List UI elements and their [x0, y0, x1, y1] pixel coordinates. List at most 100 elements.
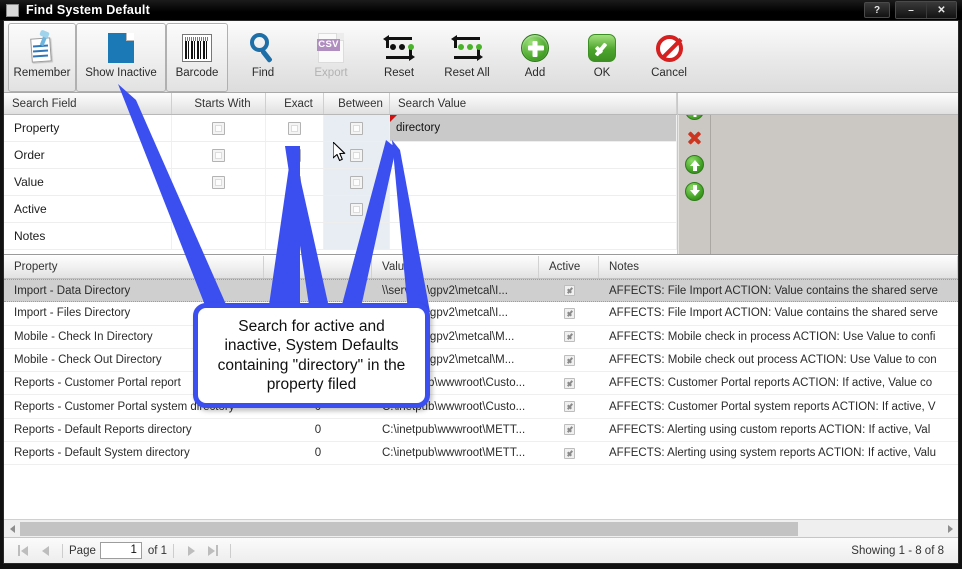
- starts-with-checkbox[interactable]: [212, 148, 225, 162]
- toolbar-button-export[interactable]: CSV Export: [297, 23, 365, 92]
- cell-property: Import - Data Directory: [14, 284, 131, 297]
- criteria-starts-with-cell[interactable]: [172, 115, 266, 141]
- application-window: Find System Default ? – ✕ Remember Show …: [0, 0, 962, 569]
- search-criteria-row[interactable]: Active: [4, 196, 678, 223]
- cell-notes: AFFECTS: Alerting using system reports A…: [609, 447, 937, 460]
- starts-with-checkbox[interactable]: [212, 175, 225, 189]
- header-starts-with[interactable]: Starts With: [172, 93, 266, 114]
- criteria-between-cell[interactable]: [324, 196, 390, 222]
- cell-value: \\server1\gpv2\metcal\M...: [382, 354, 515, 367]
- header-exact[interactable]: Exact: [266, 93, 324, 114]
- results-header-active[interactable]: Active: [539, 256, 599, 278]
- page-number-input[interactable]: 1: [99, 542, 142, 559]
- search-criteria-row[interactable]: Value: [4, 169, 678, 196]
- delete-criteria-button[interactable]: [685, 128, 704, 147]
- table-row[interactable]: Reports - Customer Portal system directo…: [4, 395, 958, 419]
- previous-page-button[interactable]: [34, 541, 56, 561]
- cell-value: C:\inetpub\wwwroot\METT...: [382, 447, 526, 460]
- results-header-order[interactable]: [264, 256, 372, 278]
- criteria-value-cell[interactable]: [390, 142, 678, 168]
- last-page-button[interactable]: [202, 541, 224, 561]
- header-between[interactable]: Between: [324, 93, 390, 114]
- starts-with-checkbox[interactable]: [212, 121, 225, 135]
- search-criteria-row[interactable]: Property directory: [4, 115, 678, 142]
- criteria-field-label: Order: [4, 142, 172, 168]
- table-row[interactable]: Reports - Customer Portal report C:\inet…: [4, 372, 958, 396]
- active-check-icon: [563, 354, 575, 366]
- toolbar-button-cancel[interactable]: Cancel: [635, 23, 703, 92]
- criteria-between-cell[interactable]: [324, 142, 390, 168]
- results-header-notes[interactable]: Notes: [599, 256, 958, 278]
- table-row[interactable]: Reports - Default Reports directory 0 C:…: [4, 419, 958, 443]
- toolbar-button-show-inactive[interactable]: Show Inactive: [76, 23, 166, 92]
- scrollbar-track[interactable]: [20, 521, 942, 536]
- exact-checkbox[interactable]: [288, 148, 301, 162]
- search-criteria-row[interactable]: Notes: [4, 223, 678, 250]
- cell-value: C:\inetpub\wwwroot\METT...: [382, 423, 526, 436]
- minimize-button[interactable]: –: [896, 2, 926, 18]
- criteria-starts-with-cell[interactable]: [172, 223, 266, 249]
- title-bar: Find System Default ? – ✕: [0, 0, 962, 20]
- move-down-button[interactable]: [685, 182, 705, 201]
- criteria-exact-cell[interactable]: [266, 142, 324, 168]
- exact-checkbox[interactable]: [288, 229, 301, 243]
- between-checkbox[interactable]: [350, 148, 363, 162]
- blue-document-icon: [108, 29, 134, 67]
- criteria-between-cell[interactable]: [324, 223, 390, 249]
- window-app-icon: [6, 3, 19, 17]
- results-header-property[interactable]: Property: [4, 256, 264, 278]
- criteria-exact-cell[interactable]: [266, 115, 324, 141]
- between-checkbox[interactable]: [350, 175, 363, 189]
- cell-order: 0: [314, 423, 322, 436]
- first-page-button[interactable]: [12, 541, 34, 561]
- toolbar-button-reset[interactable]: Reset: [365, 23, 433, 92]
- criteria-exact-cell[interactable]: [266, 169, 324, 195]
- close-button[interactable]: ✕: [926, 2, 956, 18]
- exact-checkbox[interactable]: [288, 121, 301, 135]
- next-page-button[interactable]: [180, 541, 202, 561]
- criteria-value-cell[interactable]: [390, 169, 678, 195]
- cell-notes: AFFECTS: Mobile check out process ACTION…: [609, 354, 937, 367]
- results-header-value[interactable]: Value: [372, 256, 539, 278]
- criteria-between-cell[interactable]: [324, 169, 390, 195]
- toolbar-button-reset-all[interactable]: Reset All: [433, 23, 501, 92]
- horizontal-scrollbar[interactable]: [4, 519, 958, 537]
- table-row[interactable]: Import - Files Directory \\server1\gpv2\…: [4, 302, 958, 326]
- cell-property: Mobile - Check In Directory: [14, 330, 153, 343]
- scroll-left-icon[interactable]: [4, 520, 20, 538]
- toolbar-button-add[interactable]: Add: [501, 23, 569, 92]
- table-row[interactable]: Import - Data Directory \\server1\gpv2\m…: [4, 279, 958, 303]
- criteria-starts-with-cell[interactable]: [172, 142, 266, 168]
- exact-checkbox[interactable]: [288, 202, 301, 216]
- exact-checkbox[interactable]: [288, 175, 301, 189]
- move-up-button[interactable]: [685, 155, 705, 174]
- search-value-input[interactable]: directory: [390, 115, 677, 141]
- toolbar-label-reset-all: Reset All: [444, 67, 490, 79]
- between-checkbox[interactable]: [350, 121, 363, 135]
- header-search-value[interactable]: Search Value: [390, 93, 678, 114]
- between-checkbox[interactable]: [350, 202, 363, 216]
- criteria-exact-cell[interactable]: [266, 223, 324, 249]
- criteria-value-cell[interactable]: [390, 223, 678, 249]
- search-criteria-panel: Search Field Starts With Exact Between S…: [4, 93, 958, 255]
- table-row[interactable]: Mobile - Check In Directory \\server1\gp…: [4, 326, 958, 349]
- header-search-field[interactable]: Search Field: [4, 93, 172, 114]
- criteria-starts-with-cell[interactable]: [172, 196, 266, 222]
- table-row[interactable]: Reports - Default System directory 0 C:\…: [4, 442, 958, 466]
- scrollbar-thumb[interactable]: [20, 521, 798, 536]
- criteria-starts-with-cell[interactable]: [172, 169, 266, 195]
- criteria-value-cell[interactable]: directory: [390, 115, 678, 141]
- criteria-value-cell[interactable]: [390, 196, 678, 222]
- csv-file-icon: CSV: [317, 29, 344, 67]
- search-criteria-row[interactable]: Order: [4, 142, 678, 169]
- criteria-between-cell[interactable]: [324, 115, 390, 141]
- criteria-exact-cell[interactable]: [266, 196, 324, 222]
- toolbar-button-ok[interactable]: OK: [569, 23, 635, 92]
- toolbar-button-remember[interactable]: Remember: [8, 23, 76, 92]
- search-criteria-side-panel: [678, 93, 958, 254]
- table-row[interactable]: Mobile - Check Out Directory \\server1\g…: [4, 349, 958, 373]
- toolbar-button-barcode[interactable]: Barcode: [166, 23, 228, 92]
- scroll-right-icon[interactable]: [942, 520, 958, 538]
- help-button[interactable]: ?: [864, 2, 890, 18]
- toolbar-button-find[interactable]: Find: [229, 23, 297, 92]
